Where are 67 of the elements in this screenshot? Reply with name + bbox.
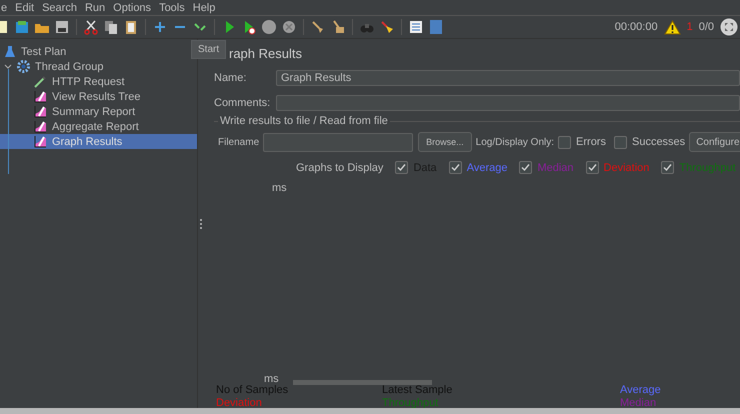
scroll-bar[interactable] bbox=[292, 380, 432, 384]
legend-label: Median bbox=[620, 397, 658, 409]
checkbox[interactable] bbox=[448, 161, 462, 174]
field-label: Comments: bbox=[214, 97, 270, 109]
axis-unit: ms bbox=[264, 373, 279, 385]
chart-icon bbox=[34, 90, 47, 103]
checkbox-label: Median bbox=[537, 162, 574, 174]
chart-icon bbox=[34, 120, 47, 133]
menu-item[interactable]: Edit bbox=[14, 2, 36, 14]
tree-item[interactable]: HTTP Request bbox=[0, 74, 197, 89]
chart-icon bbox=[34, 135, 47, 148]
name-field[interactable]: Graph Results bbox=[276, 70, 740, 86]
menu-item[interactable]: Run bbox=[84, 2, 106, 14]
axis-unit: ms bbox=[272, 182, 287, 194]
elapsed-time: 00:00:00 bbox=[614, 21, 658, 33]
copy-icon[interactable] bbox=[103, 19, 119, 35]
warning-count: 1 bbox=[686, 21, 693, 33]
checkbox-label: Errors bbox=[576, 136, 606, 148]
graphs-label: Graphs to Display bbox=[296, 162, 384, 174]
splitter-handle-icon[interactable] bbox=[200, 219, 202, 229]
scissors-icon[interactable] bbox=[83, 19, 99, 35]
checkbox[interactable] bbox=[395, 161, 408, 174]
tooltip: Start bbox=[191, 40, 226, 59]
group-title: Write results to file / Read from file bbox=[218, 115, 390, 127]
gear-icon bbox=[17, 60, 30, 73]
tree-item[interactable]: View Results Tree bbox=[0, 89, 197, 104]
legend-label: Deviation bbox=[216, 397, 263, 409]
configure-button[interactable]: Configure bbox=[689, 132, 740, 152]
filename-field[interactable] bbox=[263, 132, 414, 152]
checkbox[interactable] bbox=[614, 136, 627, 148]
clipboard-icon[interactable] bbox=[123, 19, 139, 35]
checkbox-label: Average bbox=[466, 162, 508, 174]
chart-icon bbox=[34, 105, 47, 118]
stop-icon[interactable] bbox=[261, 19, 277, 35]
field-label: Filename bbox=[218, 136, 260, 148]
tree-item[interactable]: Graph Results bbox=[0, 134, 197, 149]
checkbox[interactable] bbox=[586, 161, 599, 174]
thread-count: 0/0 bbox=[698, 21, 714, 33]
menu-item[interactable]: Options bbox=[112, 2, 152, 14]
caret-icon[interactable] bbox=[4, 64, 12, 70]
warning-icon[interactable] bbox=[664, 20, 681, 34]
tree-item[interactable]: Summary Report bbox=[0, 104, 197, 119]
plus-icon[interactable] bbox=[152, 19, 168, 35]
checkbox-label: Successes bbox=[632, 136, 686, 148]
flask-icon bbox=[4, 45, 16, 58]
browse-button[interactable]: Browse... bbox=[418, 132, 472, 152]
comments-field[interactable] bbox=[276, 95, 740, 111]
checkbox[interactable] bbox=[519, 161, 532, 174]
template-icon[interactable] bbox=[14, 19, 30, 35]
tree-item[interactable]: Thread Group bbox=[0, 59, 197, 74]
tree-item[interactable]: Aggregate Report bbox=[0, 119, 197, 134]
menu-item[interactable]: e bbox=[0, 2, 8, 14]
field-label: Name: bbox=[214, 72, 248, 84]
checkbox-label: Deviation bbox=[604, 162, 650, 174]
legend-label: Average bbox=[620, 384, 662, 396]
save-icon[interactable] bbox=[54, 19, 70, 35]
log-display-label: Log/Display Only: bbox=[476, 136, 554, 148]
checkbox[interactable] bbox=[558, 136, 572, 148]
expand-icon[interactable] bbox=[720, 18, 738, 36]
pipette-icon bbox=[34, 75, 47, 88]
checkbox[interactable] bbox=[661, 161, 674, 174]
shutdown-icon[interactable] bbox=[281, 19, 297, 35]
menu-item[interactable]: Search bbox=[41, 2, 78, 14]
menu-item[interactable]: Help bbox=[192, 2, 216, 14]
brush-icon[interactable] bbox=[379, 19, 395, 35]
menu-item[interactable]: Tools bbox=[158, 2, 186, 14]
list-icon[interactable] bbox=[408, 19, 424, 35]
